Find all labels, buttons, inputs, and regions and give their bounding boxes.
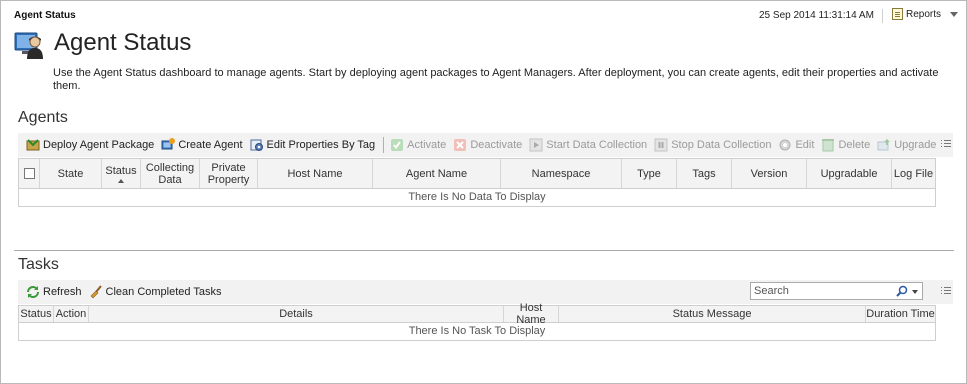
chevron-down-icon: [950, 11, 959, 17]
report-icon: [892, 8, 903, 20]
toolbar-label: Edit Properties By Tag: [266, 139, 376, 151]
activate-icon: [391, 139, 404, 151]
toolbar-label: Create Agent: [178, 139, 243, 151]
chevron-down-icon[interactable]: [912, 290, 918, 294]
refresh-label: Refresh: [43, 286, 82, 298]
search-box[interactable]: [750, 282, 923, 300]
deploy-package-icon: [26, 139, 40, 151]
agents-grid: State Status Collecting Data Private Pro…: [18, 158, 936, 207]
delete-icon: [822, 139, 835, 152]
toolbar-label: Upgrade: [894, 139, 937, 151]
agents-grid-header: State Status Collecting Data Private Pro…: [19, 159, 935, 189]
stop-collection-icon: [654, 138, 668, 152]
column-header-status[interactable]: Status: [19, 306, 54, 322]
column-header-type[interactable]: Type: [622, 159, 677, 188]
start-data-collection-button[interactable]: Start Data Collection: [529, 138, 647, 152]
clean-completed-tasks-button[interactable]: Clean Completed Tasks: [89, 285, 222, 299]
refresh-icon: [27, 286, 39, 298]
activate-button[interactable]: Activate: [390, 138, 446, 152]
edit-button[interactable]: Edit: [778, 138, 814, 152]
toolbar-label: Delete: [838, 139, 871, 151]
toolbar-label: Deploy Agent Package: [43, 139, 155, 151]
page-title: Agent Status: [54, 29, 192, 56]
edit-properties-icon: [250, 139, 263, 151]
select-all-checkbox[interactable]: [19, 159, 40, 188]
column-header-host-name[interactable]: Host Name: [258, 159, 373, 188]
timestamp: 25 Sep 2014 11:31:14 AM: [759, 10, 874, 21]
edit-icon: [779, 139, 791, 151]
column-header-tags[interactable]: Tags: [677, 159, 732, 188]
sort-ascending-icon: [118, 178, 124, 183]
column-header-namespace[interactable]: Namespace: [501, 159, 622, 188]
column-header-agent-name[interactable]: Agent Name: [373, 159, 501, 188]
deactivate-button[interactable]: Deactivate: [453, 138, 522, 152]
delete-button[interactable]: Delete: [821, 138, 870, 152]
section-divider: [14, 250, 954, 251]
agents-section-title: Agents: [18, 109, 68, 126]
reports-label: Reports: [906, 8, 942, 20]
broom-icon: [90, 285, 102, 299]
column-header-private-property[interactable]: Private Property: [200, 159, 258, 188]
deactivate-icon: [454, 139, 467, 151]
deploy-agent-package-button[interactable]: Deploy Agent Package: [26, 138, 154, 152]
tasks-empty-message: There Is No Task To Display: [408, 325, 546, 337]
agents-empty-message: There Is No Data To Display: [408, 191, 546, 203]
column-header-status[interactable]: Status: [102, 159, 141, 188]
search-icon[interactable]: [896, 285, 908, 297]
toolbar-label: Activate: [407, 139, 447, 151]
checkbox[interactable]: [23, 168, 35, 179]
column-header-duration-time[interactable]: Duration Time: [866, 306, 935, 322]
search-input[interactable]: [754, 284, 894, 298]
refresh-button[interactable]: Refresh: [26, 285, 82, 299]
column-header-state[interactable]: State: [40, 159, 102, 188]
page-description: Use the Agent Status dashboard to manage…: [53, 67, 939, 92]
tasks-grid: Status Action Details Host Name Status M…: [18, 302, 936, 341]
column-header-upgradable[interactable]: Upgradable: [807, 159, 892, 188]
upgrade-icon: [877, 139, 891, 151]
toolbar-label: Stop Data Collection: [671, 139, 772, 151]
divider: [882, 9, 883, 23]
reports-menu[interactable]: Reports: [892, 8, 959, 20]
top-bar: Agent Status 25 Sep 2014 11:31:14 AM Rep…: [1, 1, 966, 29]
stop-data-collection-button[interactable]: Stop Data Collection: [654, 138, 771, 152]
tasks-section-title: Tasks: [18, 256, 59, 273]
column-header-details[interactable]: Details: [89, 306, 504, 322]
column-menu-icon[interactable]: [941, 139, 951, 149]
tasks-grid-header: Status Action Details Host Name Status M…: [19, 302, 935, 326]
clean-completed-tasks-label: Clean Completed Tasks: [105, 286, 222, 298]
upgrade-button[interactable]: Upgrade: [877, 138, 936, 152]
create-agent-button[interactable]: Create Agent: [161, 138, 243, 152]
column-menu-icon[interactable]: [941, 286, 951, 296]
toolbar-label: Start Data Collection: [546, 139, 648, 151]
start-collection-icon: [529, 138, 543, 152]
column-header-log-file[interactable]: Log File: [892, 159, 935, 188]
toolbar-separator: [383, 137, 385, 153]
create-agent-icon: [161, 138, 176, 150]
dashboard-window: Agent Status 25 Sep 2014 11:31:14 AM Rep…: [0, 0, 967, 384]
agent-monitor-icon: [14, 32, 43, 59]
toolbar-label: Deactivate: [470, 139, 523, 151]
agents-toolbar: Deploy Agent Package Create Agent Edit P…: [18, 133, 953, 157]
column-header-collecting-data[interactable]: Collecting Data: [141, 159, 200, 188]
edit-properties-by-tag-button[interactable]: Edit Properties By Tag: [250, 138, 376, 152]
column-header-action[interactable]: Action: [54, 306, 89, 322]
column-header-status-message[interactable]: Status Message: [559, 306, 866, 322]
toolbar-label: Edit: [795, 139, 815, 151]
column-header-version[interactable]: Version: [732, 159, 807, 188]
column-header-host-name[interactable]: Host Name: [504, 302, 559, 326]
breadcrumb[interactable]: Agent Status: [14, 10, 76, 21]
